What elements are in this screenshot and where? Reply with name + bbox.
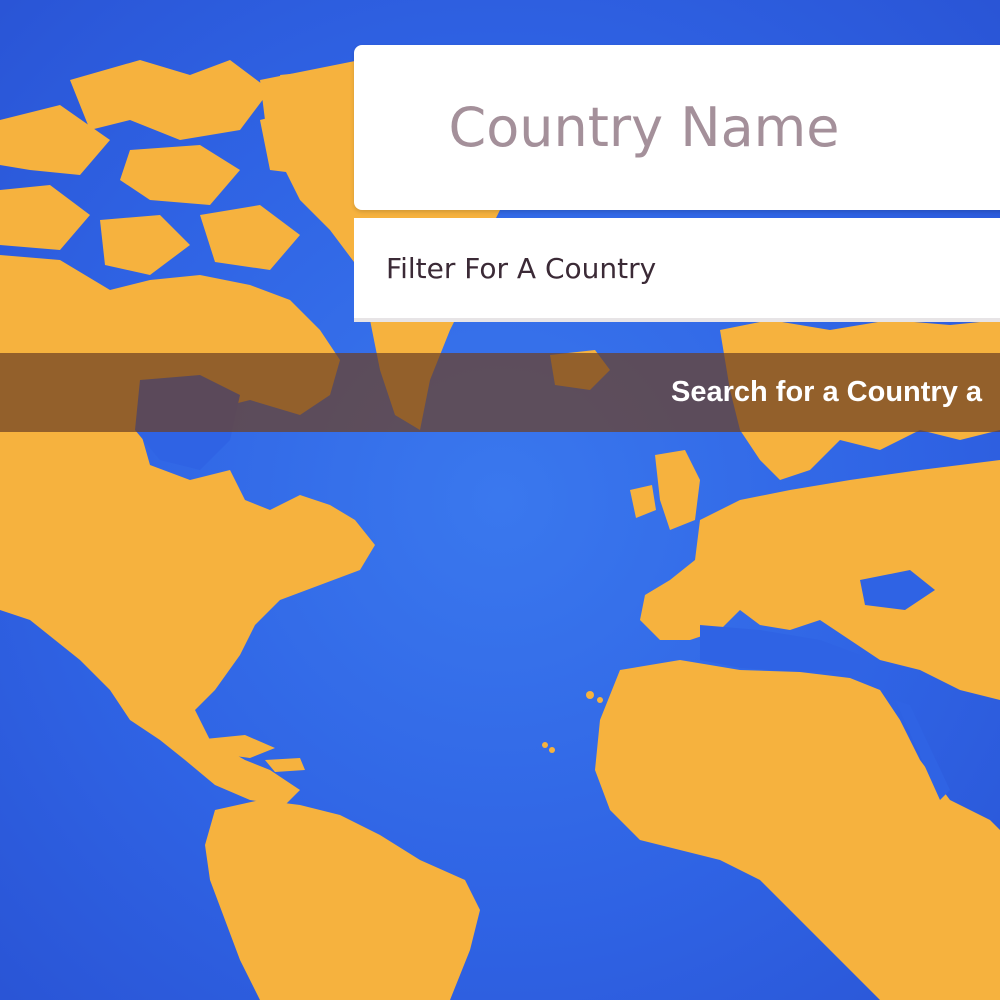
filter-country-input[interactable]	[354, 218, 1000, 322]
search-banner: Search for a Country a	[0, 353, 1000, 432]
country-name-card: Country Name	[354, 45, 1000, 210]
country-name-title: Country Name	[448, 96, 840, 159]
search-banner-text: Search for a Country a	[671, 376, 983, 408]
